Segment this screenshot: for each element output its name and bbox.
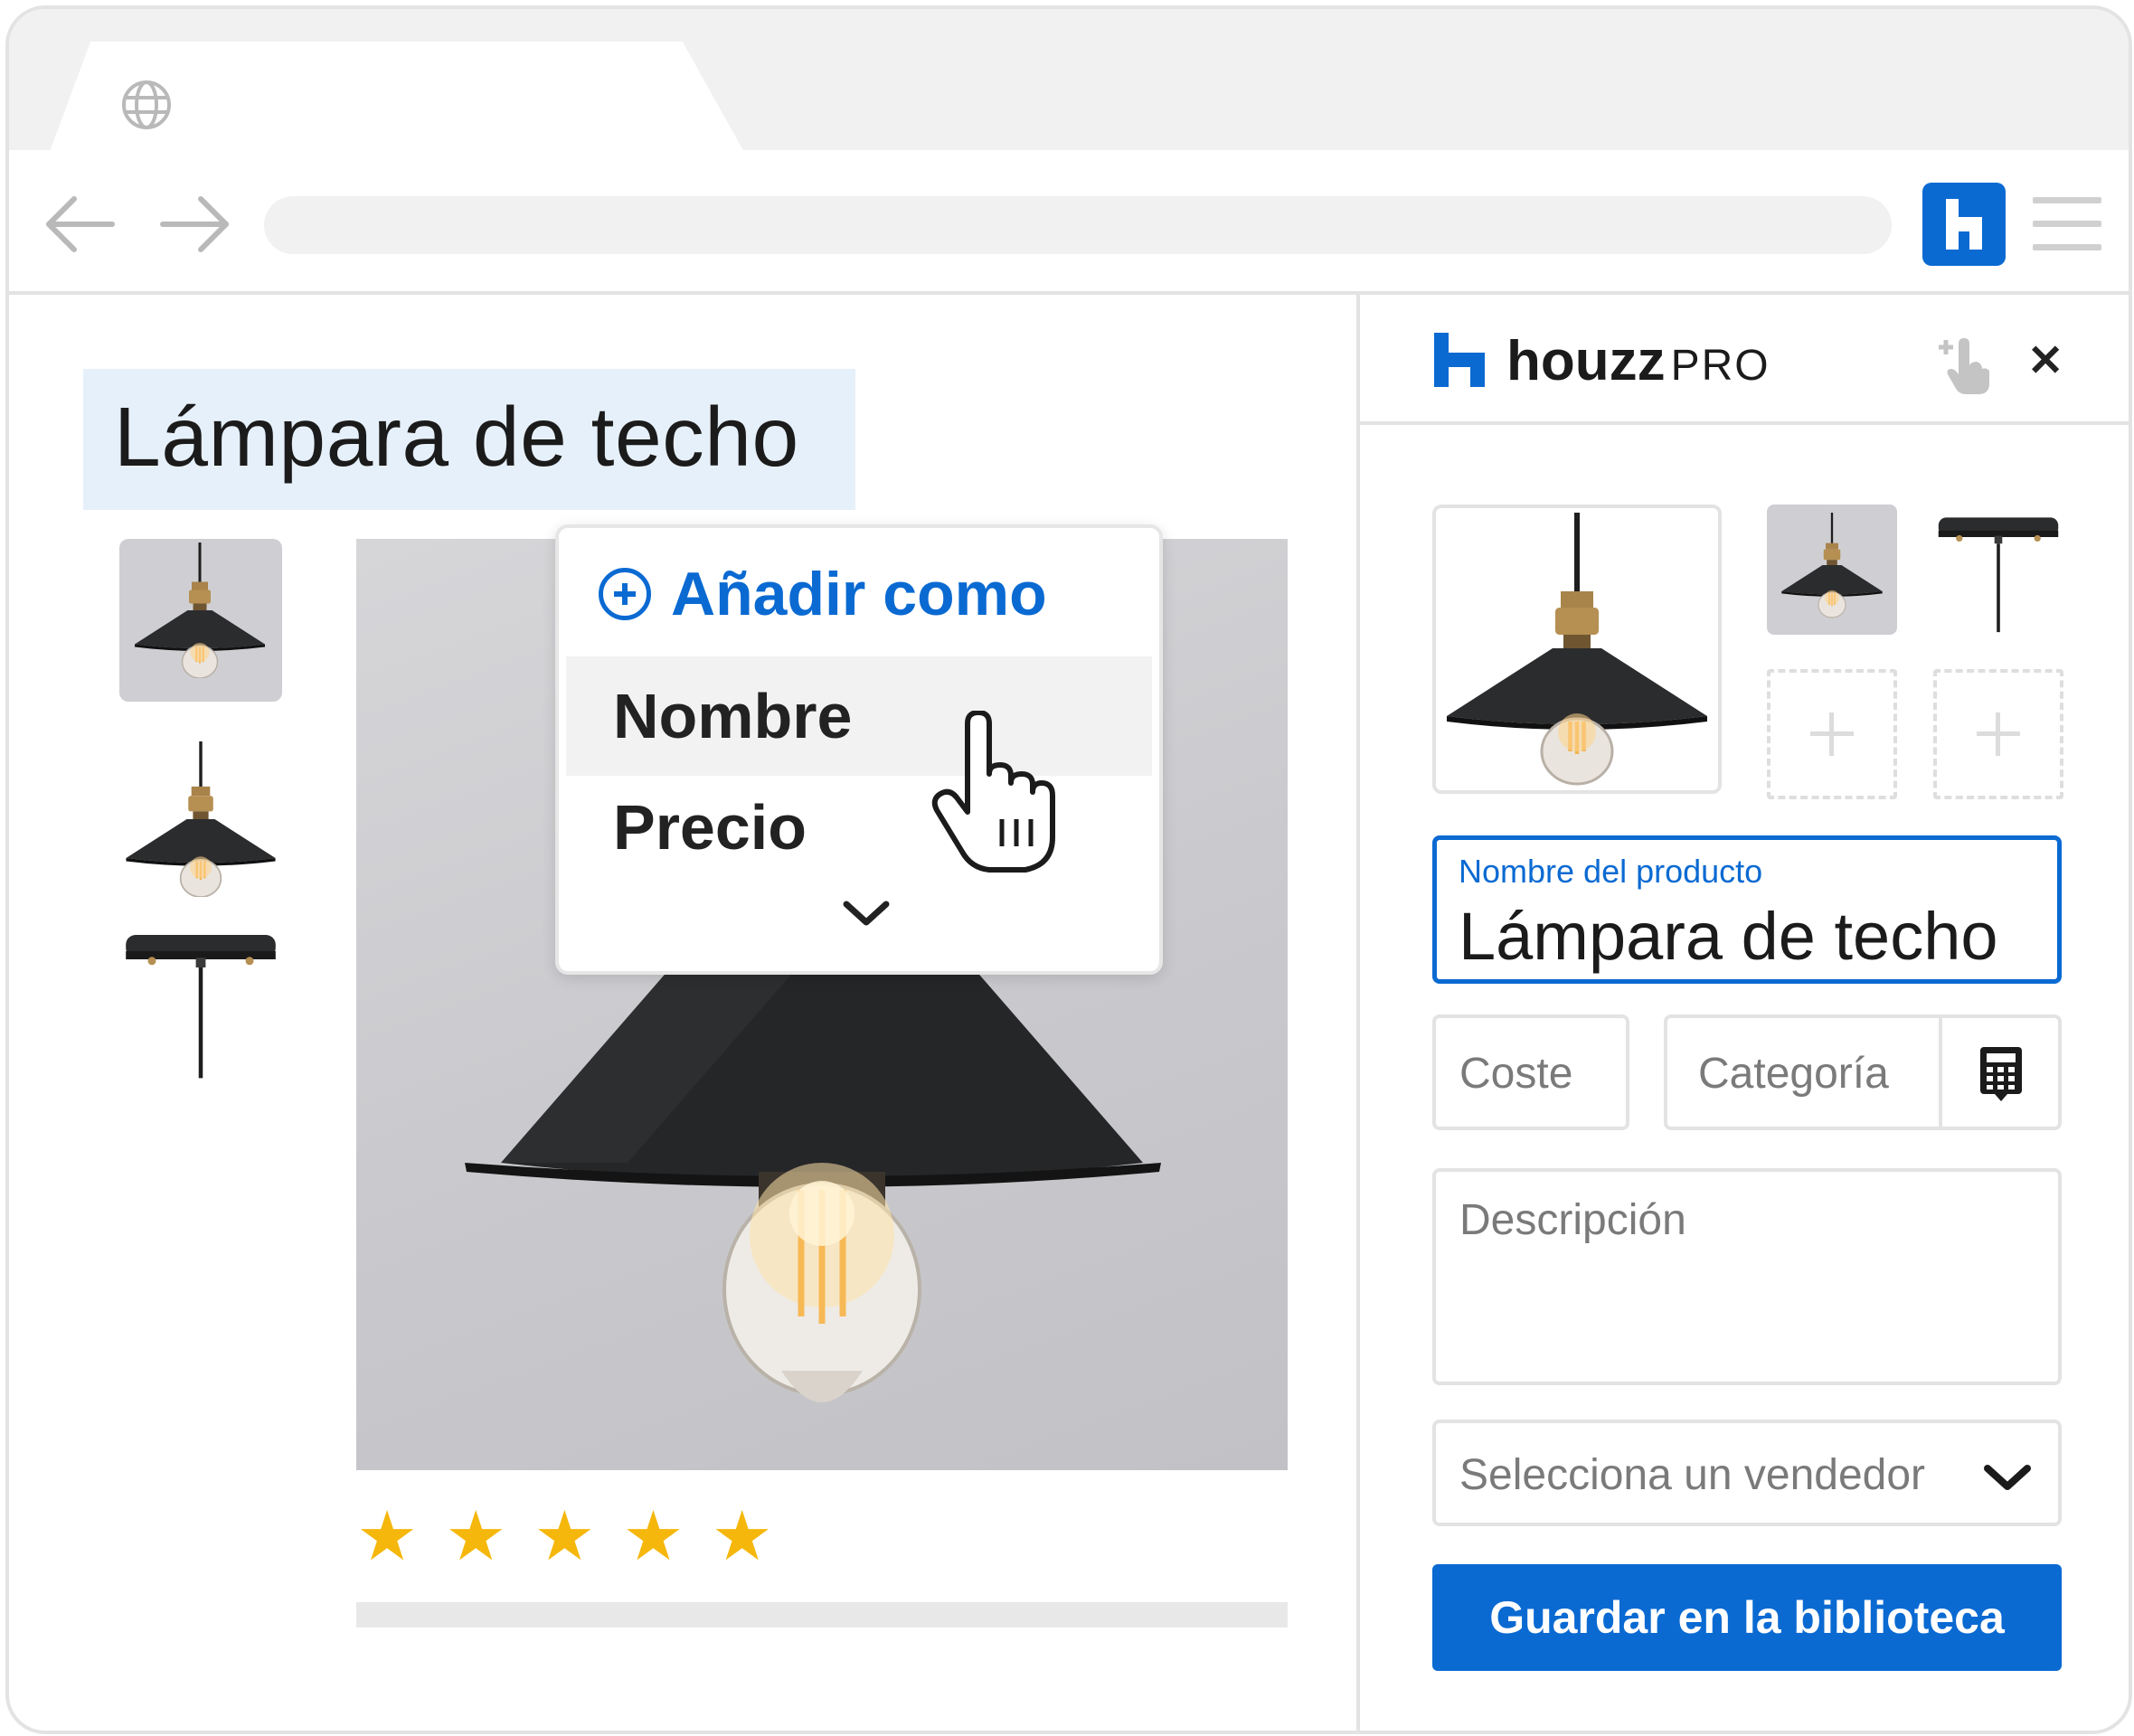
plus-icon <box>1810 712 1854 756</box>
page-content: Lámpara de techo ★ ★ ★ ★ ★ Añadir como N… <box>9 295 2129 1731</box>
brand-name: houzz <box>1506 330 1666 392</box>
rating-stars: ★ ★ ★ ★ ★ <box>356 1503 773 1571</box>
houzz-pro-panel: houzz PRO ✕ Nombre del producto Lámpara … <box>1356 295 2129 1731</box>
tab-bar <box>9 9 2129 154</box>
houzz-extension-button[interactable] <box>1922 183 2006 266</box>
product-image-3[interactable] <box>1933 505 2063 635</box>
thumbnail-1[interactable] <box>119 539 282 702</box>
canopy-image <box>1936 515 2061 634</box>
houzz-extension-icon <box>1946 199 1982 250</box>
dropdown-item-precio[interactable]: Precio <box>566 776 1152 879</box>
hand-cursor-icon <box>931 711 1055 873</box>
calculator-icon[interactable] <box>1978 1045 2024 1103</box>
description-field[interactable]: Descripción <box>1432 1168 2062 1385</box>
add-image-slot[interactable] <box>1933 669 2063 799</box>
product-image-primary[interactable] <box>1432 505 1722 794</box>
add-circle-icon <box>599 568 651 620</box>
save-to-library-button[interactable]: Guardar en la biblioteca <box>1432 1564 2062 1671</box>
product-name-label: Nombre del producto <box>1459 853 1763 890</box>
panel-header: houzz PRO ✕ <box>1360 295 2129 425</box>
description-placeholder: Descripción <box>1459 1196 1686 1244</box>
dropdown-header: Añadir como <box>599 559 1047 629</box>
canopy-image <box>119 919 282 1081</box>
lamp-image <box>1780 511 1884 619</box>
divider <box>1939 1018 1942 1127</box>
page-title[interactable]: Lámpara de techo <box>114 389 799 486</box>
browser-toolbar <box>9 150 2129 295</box>
lamp-image <box>1436 508 1718 790</box>
category-field[interactable]: Categoría <box>1664 1014 2062 1130</box>
star-icon: ★ <box>445 1498 507 1575</box>
star-icon: ★ <box>622 1498 685 1575</box>
thumbnail-3[interactable] <box>119 919 282 1081</box>
close-icon[interactable]: ✕ <box>2027 340 2063 383</box>
browser-window: Lámpara de techo ★ ★ ★ ★ ★ Añadir como N… <box>5 5 2132 1734</box>
product-name-value[interactable]: Lámpara de techo <box>1459 898 1998 975</box>
star-icon: ★ <box>356 1498 419 1575</box>
plus-icon <box>1977 712 2020 756</box>
vendor-placeholder: Selecciona un vendedor <box>1459 1451 1926 1499</box>
back-arrow-icon[interactable] <box>42 186 118 262</box>
dropdown-item-nombre[interactable]: Nombre <box>566 656 1152 776</box>
brand-suffix: PRO <box>1670 342 1770 390</box>
product-name-field[interactable]: Nombre del producto Lámpara de techo <box>1432 835 2062 984</box>
dropdown-header-label: Añadir como <box>671 560 1047 628</box>
houzz-pro-logo: houzz PRO <box>1506 329 1770 393</box>
tap-icon[interactable] <box>1935 335 1993 396</box>
houzz-logo-icon <box>1434 333 1485 387</box>
placeholder-bar <box>356 1602 1288 1628</box>
thumbnail-2[interactable] <box>119 741 282 904</box>
cost-placeholder: Coste <box>1459 1050 1573 1098</box>
forward-arrow-icon[interactable] <box>157 186 233 262</box>
add-as-dropdown[interactable]: Añadir como Nombre Precio <box>555 524 1163 975</box>
category-placeholder: Categoría <box>1698 1050 1889 1098</box>
lamp-image <box>124 741 278 897</box>
product-image-2[interactable] <box>1767 505 1897 635</box>
cost-field[interactable]: Coste <box>1432 1014 1629 1130</box>
add-image-slot[interactable] <box>1767 669 1897 799</box>
address-bar[interactable] <box>264 196 1892 254</box>
star-icon: ★ <box>534 1498 596 1575</box>
lamp-image <box>133 542 267 678</box>
chevron-down-icon[interactable] <box>841 895 892 931</box>
star-icon: ★ <box>711 1498 773 1575</box>
vendor-select[interactable]: Selecciona un vendedor <box>1432 1420 2062 1526</box>
browser-tab[interactable] <box>49 42 745 154</box>
menu-icon[interactable] <box>2033 197 2101 253</box>
globe-icon <box>122 80 171 129</box>
chevron-down-icon[interactable] <box>1982 1459 2033 1495</box>
